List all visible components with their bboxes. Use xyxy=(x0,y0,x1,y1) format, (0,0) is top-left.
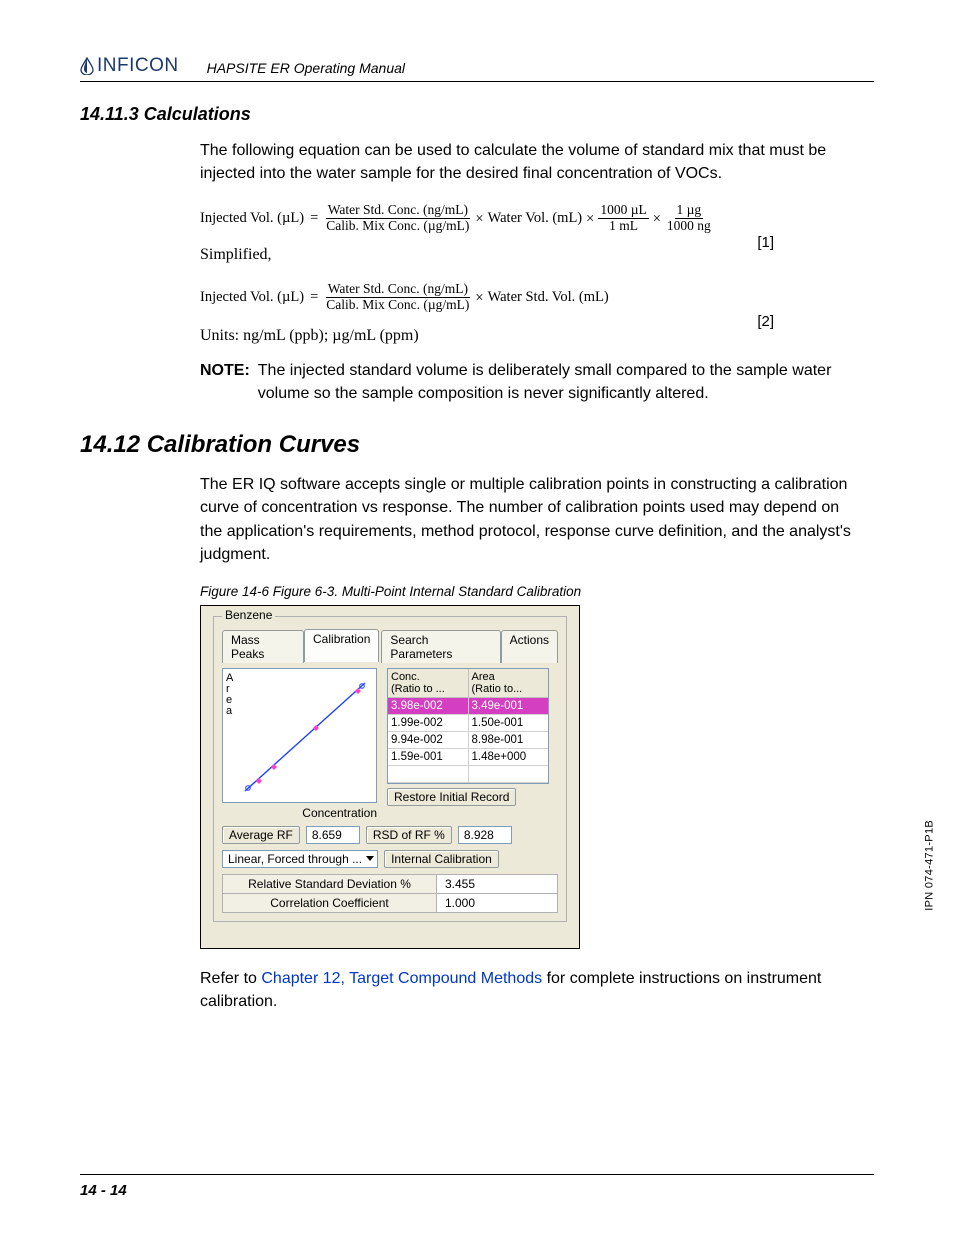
tab-mass-peaks[interactable]: Mass Peaks xyxy=(222,630,304,663)
tab-search-parameters[interactable]: Search Parameters xyxy=(381,630,500,663)
brand-logo: INFICON xyxy=(80,55,179,77)
eq1-number: [1] xyxy=(757,234,774,251)
average-rf-value: 8.659 xyxy=(306,826,360,844)
table-row[interactable]: 3.98e-002 3.49e-001 xyxy=(388,698,548,715)
eq1-fraction-1: Water Std. Conc. (ng/mL) Calib. Mix Conc… xyxy=(324,203,471,234)
table-row[interactable]: 1.99e-002 1.50e-001 xyxy=(388,715,548,732)
figure-caption: Figure 14-6 Figure 6-3. Multi-Point Inte… xyxy=(200,584,874,599)
calibration-dialog: Benzene Mass Peaks Calibration Search Pa… xyxy=(200,605,580,949)
footer-rule xyxy=(80,1174,874,1175)
equation-2: Injected Vol. (µL) = Water Std. Conc. (n… xyxy=(200,282,874,313)
col-header-area[interactable]: Area (Ratio to... xyxy=(469,669,549,697)
side-ipn-code: IPN 074-471-P1B xyxy=(924,820,936,911)
eq2-fraction-1: Water Std. Conc. (ng/mL) Calib. Mix Conc… xyxy=(324,282,471,313)
rsd-of-rf-button[interactable]: RSD of RF % xyxy=(366,826,452,844)
section-heading-calibration-curves: 14.12 Calibration Curves xyxy=(80,431,874,459)
stats-rsd-label: Relative Standard Deviation % xyxy=(223,875,437,894)
calibration-chart-svg xyxy=(237,675,372,797)
table-row[interactable] xyxy=(388,766,548,783)
eq2-mid: Water Std. Vol. (mL) xyxy=(488,289,609,306)
note-body: The injected standard volume is delibera… xyxy=(258,359,874,405)
tab-calibration[interactable]: Calibration xyxy=(304,629,379,662)
calculations-intro: The following equation can be used to ca… xyxy=(200,139,864,185)
equation-1: Injected Vol. (µL) = Water Std. Conc. (n… xyxy=(200,203,874,234)
manual-title: HAPSITE ER Operating Manual xyxy=(207,60,405,76)
chart-x-axis-label: Concentration xyxy=(222,806,381,820)
benzene-fieldset: Benzene Mass Peaks Calibration Search Pa… xyxy=(213,616,567,922)
calibration-curves-body: The ER IQ software accepts single or mul… xyxy=(200,473,864,566)
eq2-number: [2] xyxy=(757,313,774,330)
eq2-lhs: Injected Vol. (µL) xyxy=(200,289,304,306)
page-header: INFICON HAPSITE ER Operating Manual xyxy=(80,55,874,82)
table-row[interactable]: 9.94e-002 8.98e-001 xyxy=(388,732,548,749)
eq1-mid: Water Vol. (mL) xyxy=(488,210,583,227)
eq1-lhs: Injected Vol. (µL) xyxy=(200,210,304,227)
eq1-fraction-3: 1 µg 1000 ng xyxy=(665,203,713,234)
stats-corr-value: 1.000 xyxy=(437,894,557,912)
stats-corr-label: Correlation Coefficient xyxy=(223,894,437,912)
refer-paragraph: Refer to Chapter 12, Target Compound Met… xyxy=(200,967,874,1013)
internal-calibration-button[interactable]: Internal Calibration xyxy=(384,850,499,868)
chart-y-axis-label: Area xyxy=(226,673,233,717)
tabs-row: Mass Peaks Calibration Search Parameters… xyxy=(222,629,558,662)
average-rf-button[interactable]: Average RF xyxy=(222,826,300,844)
note-block: NOTE: The injected standard volume is de… xyxy=(200,359,874,405)
stats-table: Relative Standard Deviation % 3.455 Corr… xyxy=(222,874,558,913)
chevron-down-icon xyxy=(366,856,374,861)
fieldset-legend: Benzene xyxy=(222,608,275,622)
tab-actions[interactable]: Actions xyxy=(501,630,558,663)
calibration-chart: Area xyxy=(222,668,377,803)
calibration-data-table[interactable]: Conc. (Ratio to ... Area (Ratio to... 3.… xyxy=(387,668,549,784)
fit-type-dropdown[interactable]: Linear, Forced through ... xyxy=(222,850,378,868)
inficon-drop-icon xyxy=(80,57,94,75)
restore-initial-record-button[interactable]: Restore Initial Record xyxy=(387,788,516,806)
brand-name: INFICON xyxy=(97,55,179,77)
table-row[interactable]: 1.59e-001 1.48e+000 xyxy=(388,749,548,766)
eq1-fraction-2: 1000 µL 1 mL xyxy=(598,203,648,234)
section-heading-calculations: 14.11.3 Calculations xyxy=(80,104,874,125)
col-header-conc[interactable]: Conc. (Ratio to ... xyxy=(388,669,469,697)
page-number: 14 - 14 xyxy=(80,1182,127,1199)
chapter-12-link[interactable]: Chapter 12, Target Compound Methods xyxy=(261,970,542,987)
stats-rsd-value: 3.455 xyxy=(437,875,557,894)
note-label: NOTE: xyxy=(200,359,250,405)
rsd-of-rf-value: 8.928 xyxy=(458,826,512,844)
